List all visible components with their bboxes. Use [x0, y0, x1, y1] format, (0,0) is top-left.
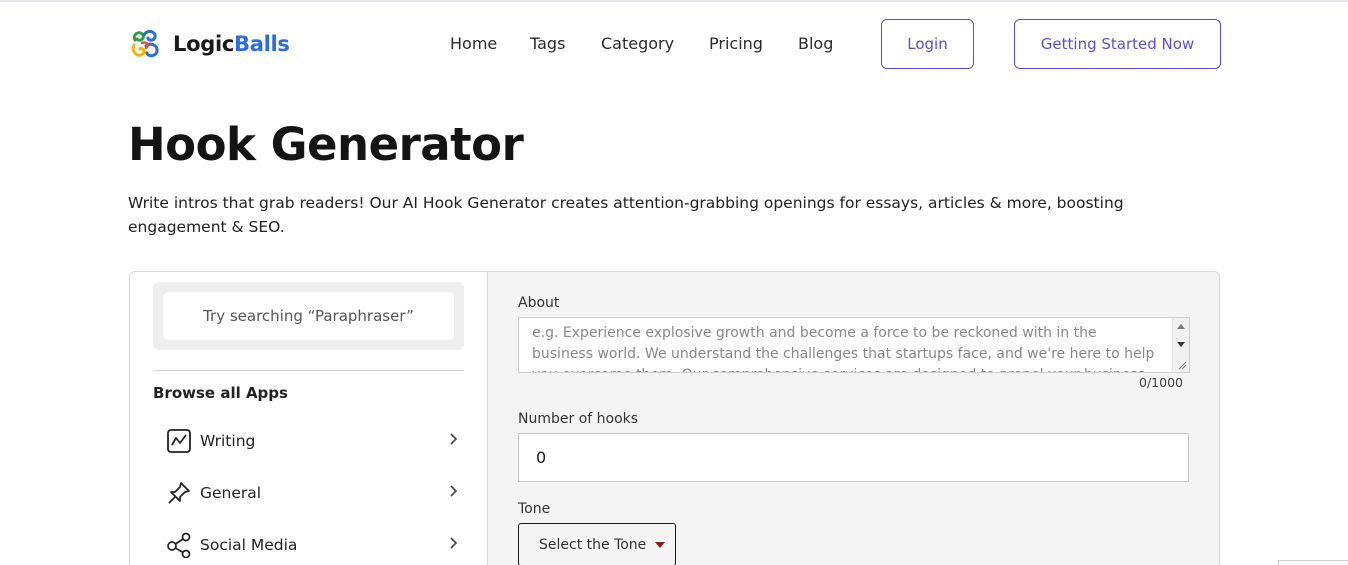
login-button[interactable]: Login — [881, 19, 974, 69]
resize-grip-icon[interactable] — [1177, 360, 1187, 370]
scroll-down-icon[interactable] — [1177, 342, 1185, 347]
tone-label: Tone — [518, 501, 551, 517]
nav-blog[interactable]: Blog — [798, 34, 833, 53]
sidebar-item-social-media[interactable]: Social Media — [166, 530, 466, 560]
browse-heading: Browse all Apps — [153, 384, 288, 402]
sidebar-item-writing[interactable]: Writing — [166, 426, 466, 456]
about-char-counter: 0/1000 — [1139, 375, 1183, 390]
sidebar-item-label: Writing — [200, 432, 256, 450]
sidebar-item-general[interactable]: General — [166, 478, 466, 508]
chart-icon — [167, 429, 191, 453]
sidebar-item-label: Social Media — [200, 536, 298, 554]
page-title: Hook Generator — [128, 118, 524, 171]
app-panel: Try searching “Paraphraser” Browse all A… — [129, 271, 1220, 565]
caret-down-icon — [655, 542, 665, 548]
sidebar: Try searching “Paraphraser” Browse all A… — [130, 272, 488, 565]
sidebar-divider — [153, 370, 464, 371]
chevron-right-icon — [450, 537, 458, 549]
generator-form: About e.g. Experience explosive growth a… — [488, 272, 1219, 565]
corner-widget — [1278, 560, 1348, 565]
share-icon — [167, 532, 191, 558]
chevron-right-icon — [450, 485, 458, 497]
tone-select-value: Select the Tone — [539, 536, 647, 553]
getting-started-button[interactable]: Getting Started Now — [1014, 19, 1221, 69]
about-textarea[interactable]: e.g. Experience explosive growth and bec… — [518, 317, 1190, 373]
logo-text-part1: Logic — [173, 32, 234, 56]
sidebar-item-label: General — [200, 484, 262, 502]
logo-text-part2: Balls — [234, 32, 290, 56]
page-description: Write intros that grab readers! Our AI H… — [128, 194, 1124, 236]
logo-icon — [131, 29, 159, 58]
nav-pricing[interactable]: Pricing — [709, 34, 763, 53]
nav-home[interactable]: Home — [450, 34, 497, 53]
hooks-number-input[interactable]: 0 — [518, 433, 1189, 482]
scroll-up-icon[interactable] — [1177, 324, 1185, 329]
nav-category[interactable]: Category — [601, 34, 674, 53]
chevron-right-icon — [450, 433, 458, 445]
about-label: About — [518, 295, 560, 311]
logo-text: LogicBalls — [173, 32, 290, 56]
pin-icon — [168, 482, 190, 504]
hooks-label: Number of hooks — [518, 411, 639, 427]
top-border — [0, 0, 1348, 2]
about-placeholder: e.g. Experience explosive growth and bec… — [532, 325, 1155, 372]
nav-tags[interactable]: Tags — [530, 34, 565, 53]
logo[interactable]: LogicBalls — [128, 26, 290, 62]
search-container: Try searching “Paraphraser” — [153, 282, 464, 350]
tone-select[interactable]: Select the Tone — [518, 523, 676, 565]
search-input[interactable]: Try searching “Paraphraser” — [163, 292, 454, 340]
